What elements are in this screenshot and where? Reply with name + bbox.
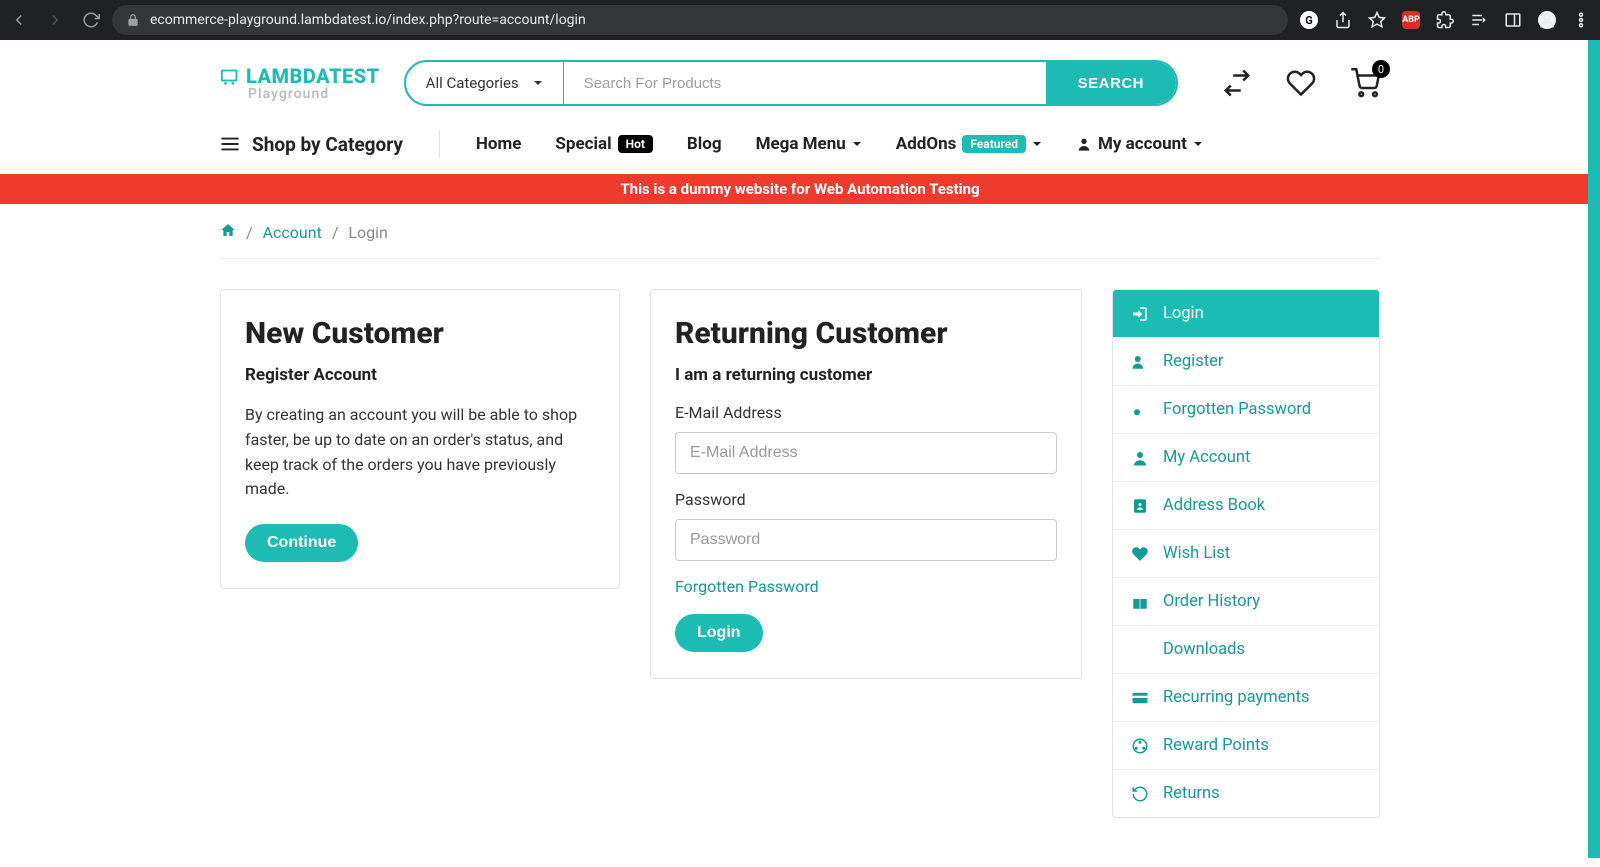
new-customer-card: New Customer Register Account By creatin…: [220, 289, 620, 589]
address-icon: [1131, 497, 1149, 515]
shop-by-category[interactable]: Shop by Category: [220, 133, 403, 156]
nav-special[interactable]: SpecialHot: [555, 134, 652, 154]
breadcrumb-current: Login: [348, 223, 387, 242]
back-icon[interactable]: [10, 11, 28, 29]
sidemenu-login[interactable]: Login: [1113, 290, 1379, 338]
search-input[interactable]: [564, 75, 1046, 92]
abp-ext-icon[interactable]: ABP: [1402, 11, 1420, 29]
key-icon: [1131, 401, 1149, 419]
undo-icon: [1131, 785, 1149, 803]
email-input[interactable]: [675, 432, 1057, 474]
caret-down-icon: [852, 139, 862, 149]
sidemenu-returns[interactable]: Returns: [1113, 770, 1379, 817]
returning-customer-card: Returning Customer I am a returning cust…: [650, 289, 1082, 679]
logo[interactable]: LAMBDATEST Playground: [220, 65, 380, 101]
logo-sub: Playground: [248, 87, 380, 101]
user-icon: [1131, 449, 1149, 467]
google-ext-icon[interactable]: G: [1300, 11, 1318, 29]
sidemenu-wish-list[interactable]: Wish List: [1113, 530, 1379, 578]
forgotten-password-link[interactable]: Forgotten Password: [675, 577, 819, 596]
logo-brand: LAMBDATEST: [246, 66, 380, 86]
user-icon: [1076, 136, 1092, 152]
sidemenu-reward[interactable]: Reward Points: [1113, 722, 1379, 770]
sidemenu-forgotten[interactable]: Forgotten Password: [1113, 386, 1379, 434]
home-icon: [220, 222, 236, 238]
login-icon: [1131, 305, 1149, 323]
panel-icon[interactable]: [1504, 11, 1522, 29]
download-icon: [1131, 641, 1149, 659]
browser-chrome: ecommerce-playground.lambdatest.io/index…: [0, 0, 1600, 40]
hot-badge: Hot: [618, 135, 653, 153]
email-label: E-Mail Address: [675, 403, 1057, 422]
returning-title: Returning Customer: [675, 316, 1057, 351]
continue-button[interactable]: Continue: [245, 524, 358, 562]
box-icon: [1131, 593, 1149, 611]
caret-down-icon: [1193, 139, 1203, 149]
new-customer-title: New Customer: [245, 316, 595, 351]
login-button[interactable]: Login: [675, 614, 763, 652]
sidemenu-downloads[interactable]: Downloads: [1113, 626, 1379, 674]
password-label: Password: [675, 490, 1057, 509]
search-bar: All Categories SEARCH: [404, 60, 1178, 106]
scrollbar[interactable]: [1588, 40, 1600, 858]
profile-avatar-icon[interactable]: [1538, 11, 1556, 29]
nav-blog[interactable]: Blog: [687, 134, 722, 154]
playlist-icon[interactable]: [1470, 11, 1488, 29]
extensions-icon[interactable]: [1436, 11, 1454, 29]
search-category-dropdown[interactable]: All Categories: [406, 62, 564, 104]
address-bar[interactable]: ecommerce-playground.lambdatest.io/index…: [112, 5, 1288, 35]
chevron-down-icon: [533, 78, 543, 88]
search-button[interactable]: SEARCH: [1046, 62, 1176, 104]
caret-down-icon: [1032, 139, 1042, 149]
breadcrumb: / Account / Login: [220, 218, 1380, 259]
kebab-menu-icon[interactable]: [1572, 11, 1590, 29]
url-text: ecommerce-playground.lambdatest.io/index…: [150, 12, 586, 28]
breadcrumb-home[interactable]: [220, 222, 236, 242]
notice-banner: This is a dummy website for Web Automati…: [0, 174, 1600, 204]
sidemenu-recurring[interactable]: Recurring payments: [1113, 674, 1379, 722]
star-icon[interactable]: [1368, 11, 1386, 29]
nav-mega-menu[interactable]: Mega Menu: [756, 134, 862, 154]
search-category-label: All Categories: [426, 74, 519, 92]
sidemenu-my-account[interactable]: My Account: [1113, 434, 1379, 482]
sidemenu-order-history[interactable]: Order History: [1113, 578, 1379, 626]
trophy-icon: [1131, 737, 1149, 755]
sidemenu-address-book[interactable]: Address Book: [1113, 482, 1379, 530]
hamburger-icon: [220, 137, 240, 151]
user-plus-icon: [1131, 353, 1149, 371]
reload-icon[interactable]: [82, 11, 100, 29]
cart-badge: 0: [1372, 60, 1390, 78]
new-customer-body: By creating an account you will be able …: [245, 403, 595, 502]
sidemenu-register[interactable]: Register: [1113, 338, 1379, 386]
share-icon[interactable]: [1334, 11, 1352, 29]
featured-badge: Featured: [962, 135, 1026, 153]
logo-icon: [220, 65, 242, 87]
cart-icon[interactable]: 0: [1350, 68, 1380, 98]
breadcrumb-account[interactable]: Account: [263, 223, 322, 242]
nav-home[interactable]: Home: [476, 134, 522, 154]
heart-icon: [1131, 545, 1149, 563]
compare-icon[interactable]: [1222, 68, 1252, 98]
lock-icon: [126, 13, 140, 27]
forward-icon[interactable]: [46, 11, 64, 29]
returning-subtitle: I am a returning customer: [675, 365, 1057, 385]
wishlist-icon[interactable]: [1286, 68, 1316, 98]
nav-separator: [439, 130, 440, 158]
password-input[interactable]: [675, 519, 1057, 561]
new-customer-subtitle: Register Account: [245, 365, 595, 385]
nav-addons[interactable]: AddOnsFeatured: [896, 134, 1042, 154]
card-icon: [1131, 689, 1149, 707]
nav-my-account[interactable]: My account: [1076, 134, 1203, 154]
shop-by-label: Shop by Category: [252, 133, 403, 156]
account-sidemenu: Login Register Forgotten Password My Acc…: [1112, 289, 1380, 818]
